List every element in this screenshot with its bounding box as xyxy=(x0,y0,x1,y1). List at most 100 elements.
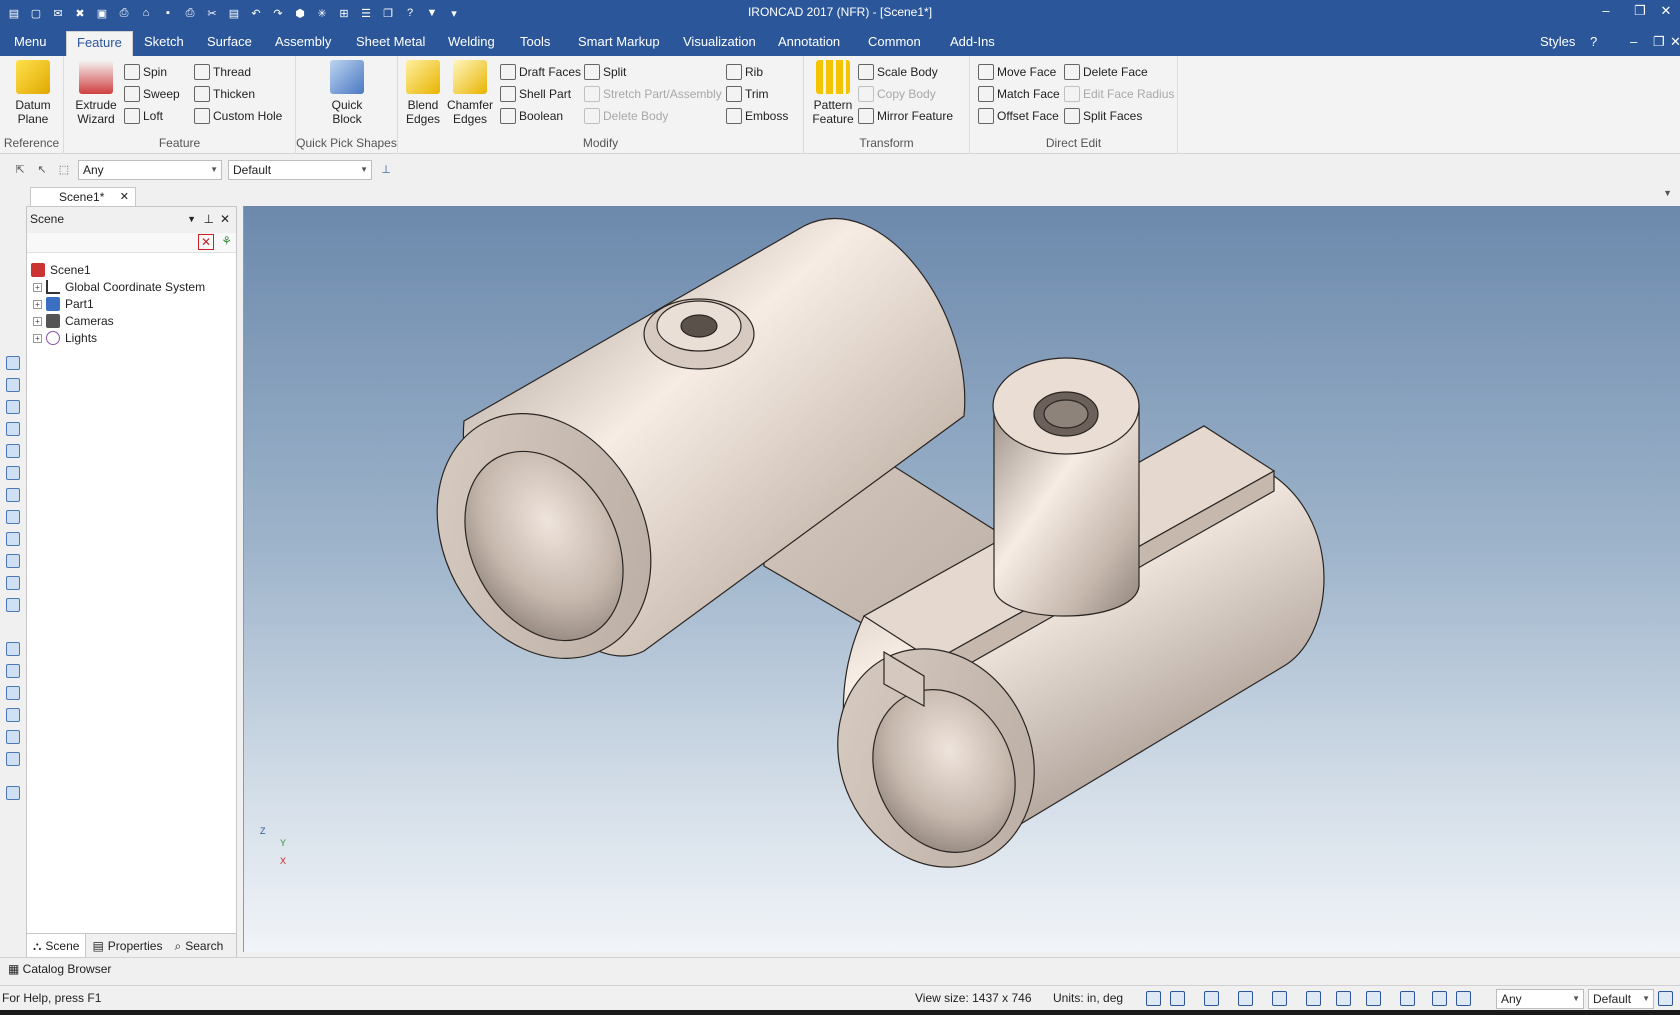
view-icon[interactable] xyxy=(6,444,20,458)
tab-welding[interactable]: Welding xyxy=(438,31,505,56)
view-icon[interactable] xyxy=(6,488,20,502)
edit-face-radius-button[interactable]: Edit Face Radius xyxy=(1064,84,1174,104)
select-icon[interactable] xyxy=(1432,991,1447,1006)
tab-feature[interactable]: Feature xyxy=(66,31,133,56)
split-button[interactable]: Split xyxy=(584,62,626,82)
mirror-feature-button[interactable]: Mirror Feature xyxy=(858,106,953,126)
chevron-down-icon[interactable]: ▼ xyxy=(187,207,196,231)
stretch-part-assembly-button[interactable]: Stretch Part/Assembly xyxy=(584,84,722,104)
tab-search[interactable]: ⌕ Search xyxy=(168,934,229,957)
copy-body-button[interactable]: Copy Body xyxy=(858,84,936,104)
view-icon[interactable] xyxy=(6,510,20,524)
view-icon[interactable] xyxy=(6,422,20,436)
tree-item-global-coordinate-system[interactable]: + Global Coordinate System xyxy=(33,278,205,296)
display-icon[interactable] xyxy=(1400,991,1415,1006)
tab-smart-markup[interactable]: Smart Markup xyxy=(568,31,670,56)
tab-assembly[interactable]: Assembly xyxy=(265,31,341,56)
select-arrow-icon[interactable]: ↖ xyxy=(32,159,52,179)
tool-icon[interactable] xyxy=(6,752,20,766)
tree-item-lights[interactable]: + Lights xyxy=(33,329,97,347)
view-icon[interactable] xyxy=(6,356,20,370)
thicken-button[interactable]: Thicken xyxy=(194,84,255,104)
shell-part-button[interactable]: Shell Part xyxy=(500,84,571,104)
tab-tools[interactable]: Tools xyxy=(510,31,560,56)
blend-edges-button[interactable]: Blend Edges xyxy=(404,60,442,126)
select-arrow-icon[interactable] xyxy=(1456,991,1471,1006)
restore-icon[interactable]: ❐ xyxy=(1626,3,1654,23)
tab-scene1[interactable]: Scene1* ✕ xyxy=(30,187,136,206)
tree-item-part1[interactable]: + Part1 xyxy=(33,295,94,313)
camera-icon[interactable] xyxy=(6,664,20,678)
status-filter-select[interactable]: Any ▼ xyxy=(1496,989,1584,1009)
delete-icon[interactable]: ✕ xyxy=(198,234,214,250)
loft-button[interactable]: Loft xyxy=(124,106,163,126)
tree-item-scene1[interactable]: Scene1 xyxy=(31,261,91,279)
hierarchy-icon[interactable] xyxy=(1658,991,1673,1006)
tab-sketch[interactable]: Sketch xyxy=(134,31,194,56)
close-icon[interactable]: ✕ xyxy=(1652,3,1680,23)
pin-icon[interactable]: ⊥ xyxy=(204,207,214,231)
tab-surface[interactable]: Surface xyxy=(197,31,262,56)
move-face-button[interactable]: Move Face xyxy=(978,62,1056,82)
glasses-icon[interactable] xyxy=(1336,991,1351,1006)
tab-visualization[interactable]: Visualization xyxy=(673,31,766,56)
view-icon[interactable] xyxy=(6,532,20,546)
split-faces-button[interactable]: Split Faces xyxy=(1064,106,1142,126)
tab-properties[interactable]: ▤ Properties xyxy=(86,934,168,957)
view-cube-icon[interactable] xyxy=(1204,991,1219,1006)
view-style-icon[interactable] xyxy=(1366,991,1381,1006)
select-filter-icon[interactable]: ⬚ xyxy=(54,159,74,179)
spin-button[interactable]: Spin xyxy=(124,62,167,82)
hierarchy-icon[interactable]: ⊥ xyxy=(376,159,396,179)
scale-body-button[interactable]: Scale Body xyxy=(858,62,938,82)
tab-sheet-metal[interactable]: Sheet Metal xyxy=(346,31,435,56)
3d-viewport[interactable]: Z Y X xyxy=(243,206,1680,952)
custom-hole-button[interactable]: Custom Hole xyxy=(194,106,282,126)
view-icon[interactable] xyxy=(6,378,20,392)
selection-filter-select[interactable]: Any ▼ xyxy=(78,160,222,180)
view-icon[interactable] xyxy=(6,598,20,612)
delete-body-button[interactable]: Delete Body xyxy=(584,106,668,126)
tool-icon[interactable] xyxy=(6,708,20,722)
minimize-icon[interactable]: – xyxy=(1592,3,1620,23)
chevron-down-icon[interactable]: ▼ xyxy=(1663,188,1672,198)
view-icon[interactable] xyxy=(6,466,20,480)
sweep-button[interactable]: Sweep xyxy=(124,84,180,104)
chamfer-edges-button[interactable]: Chamfer Edges xyxy=(446,60,494,126)
ribbon-close-icon[interactable]: ✕ xyxy=(1660,31,1680,56)
trim-button[interactable]: Trim xyxy=(726,84,769,104)
view-icon[interactable] xyxy=(6,400,20,414)
expand-icon[interactable]: + xyxy=(33,299,42,309)
close-icon[interactable]: ✕ xyxy=(220,207,230,231)
zoom-window-icon[interactable] xyxy=(1170,991,1185,1006)
emboss-button[interactable]: Emboss xyxy=(726,106,788,126)
status-style-select[interactable]: Default ▼ xyxy=(1588,989,1654,1009)
delete-face-button[interactable]: Delete Face xyxy=(1064,62,1148,82)
select-parts-icon[interactable]: ⇱ xyxy=(10,159,30,179)
boolean-button[interactable]: Boolean xyxy=(500,106,563,126)
catalog-browser-tab[interactable]: ▦ Catalog Browser xyxy=(0,957,1680,980)
filter-icon[interactable]: ⚘ xyxy=(221,234,232,248)
render-mode-icon[interactable] xyxy=(1238,991,1253,1006)
match-face-button[interactable]: Match Face xyxy=(978,84,1060,104)
expand-icon[interactable]: + xyxy=(33,316,42,326)
draft-faces-button[interactable]: Draft Faces xyxy=(500,62,581,82)
pattern-feature-button[interactable]: Pattern Feature xyxy=(810,60,856,126)
styles-menu[interactable]: Styles xyxy=(1530,31,1585,56)
camera-icon[interactable] xyxy=(6,686,20,700)
view-icon[interactable] xyxy=(6,576,20,590)
tab-scene[interactable]: ⛬ Scene xyxy=(27,934,87,957)
tool-icon[interactable] xyxy=(6,786,20,800)
thread-button[interactable]: Thread xyxy=(194,62,251,82)
rib-button[interactable]: Rib xyxy=(726,62,763,82)
tab-menu[interactable]: Menu xyxy=(4,31,57,56)
zoom-icon[interactable] xyxy=(1146,991,1161,1006)
render-style-select[interactable]: Default ▼ xyxy=(228,160,372,180)
datum-plane-button[interactable]: Datum Plane xyxy=(8,60,58,126)
expand-icon[interactable]: + xyxy=(33,282,42,292)
expand-icon[interactable]: + xyxy=(33,333,42,343)
tab-annotation[interactable]: Annotation xyxy=(768,31,850,56)
extrude-wizard-button[interactable]: Extrude Wizard xyxy=(72,60,120,126)
offset-face-button[interactable]: Offset Face xyxy=(978,106,1059,126)
camera-icon[interactable] xyxy=(1272,991,1287,1006)
